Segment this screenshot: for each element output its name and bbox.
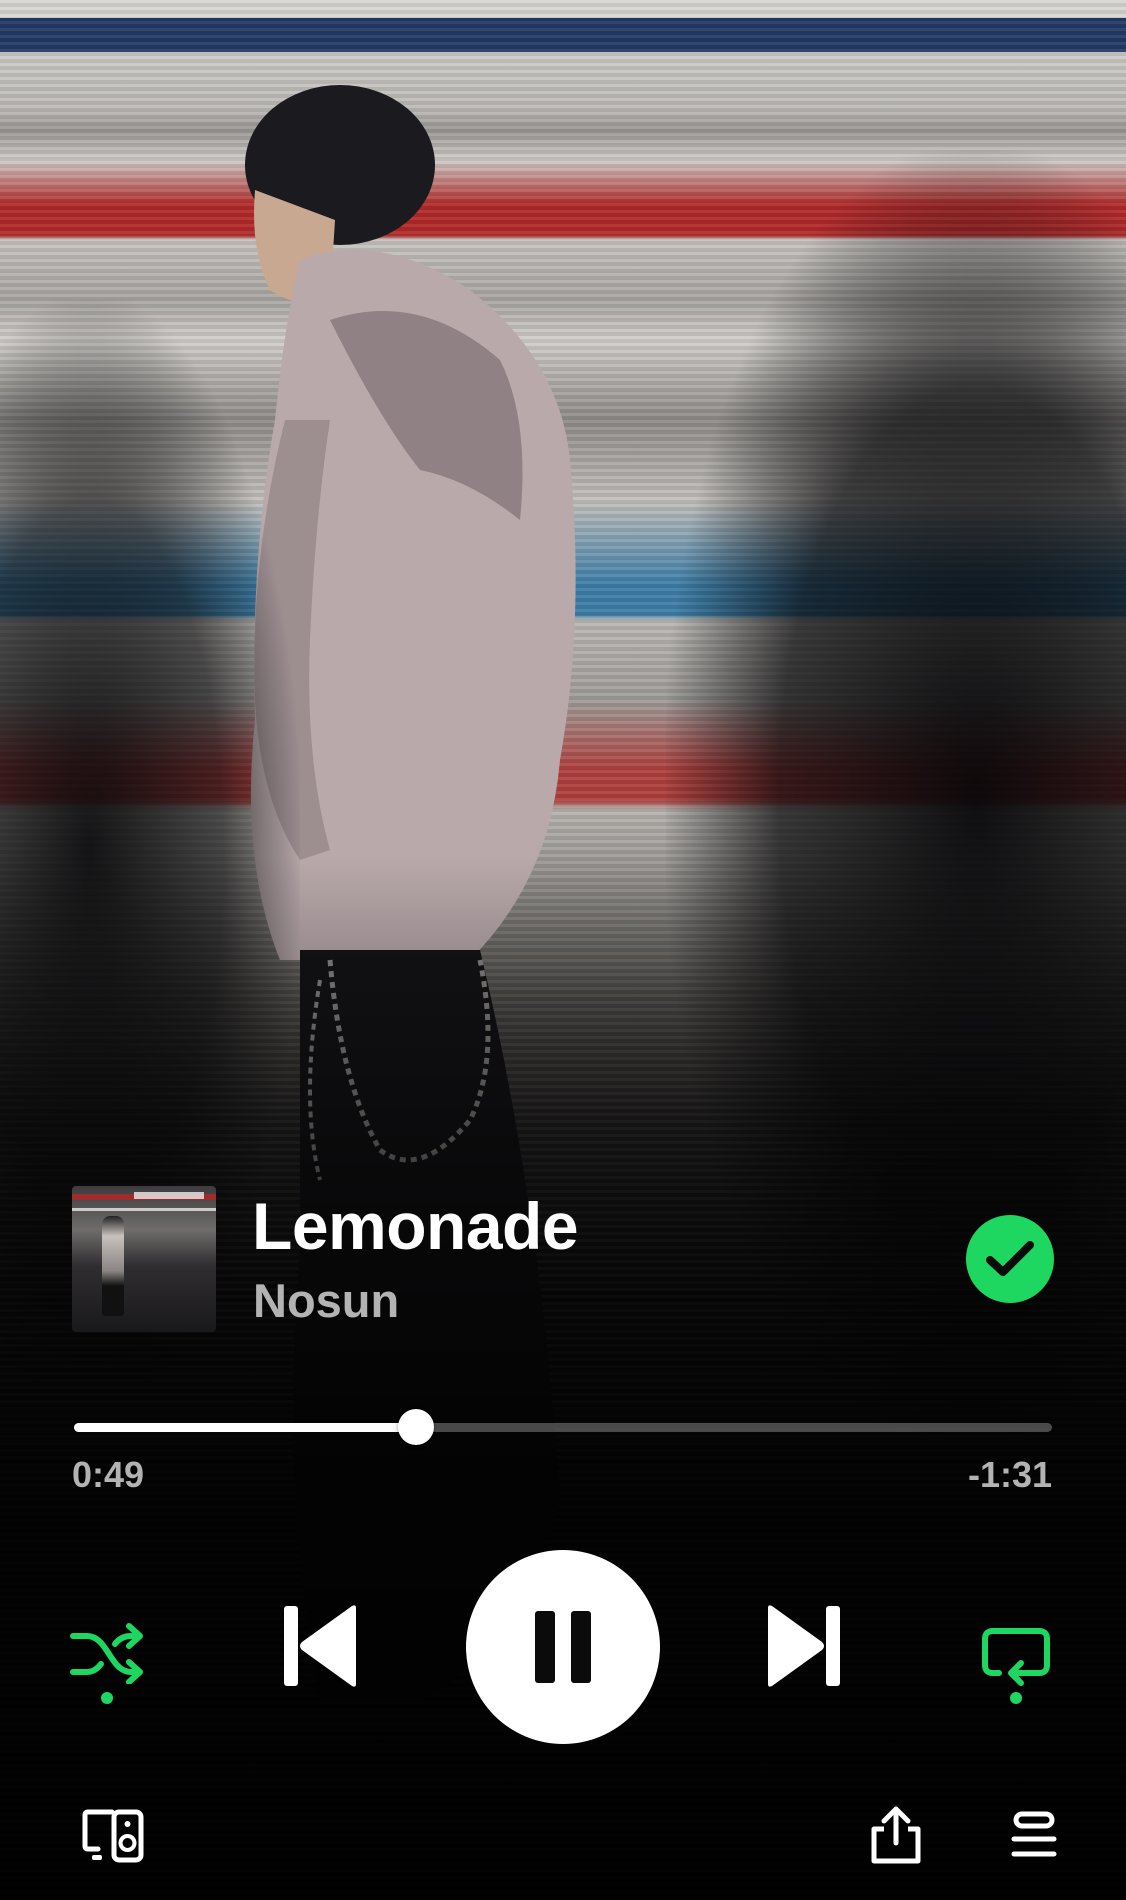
shuffle-button[interactable] bbox=[66, 1608, 148, 1704]
now-playing-screen: Lemonade Nosun 0:49 -1:31 bbox=[0, 0, 1126, 1900]
liked-button[interactable] bbox=[966, 1215, 1054, 1303]
progress-handle[interactable] bbox=[398, 1409, 434, 1445]
repeat-button[interactable] bbox=[978, 1612, 1054, 1704]
queue-icon bbox=[1011, 1811, 1057, 1857]
previous-button[interactable] bbox=[278, 1602, 362, 1690]
pause-icon bbox=[535, 1611, 591, 1683]
cover-sign bbox=[134, 1192, 204, 1199]
repeat-icon bbox=[982, 1628, 1050, 1686]
cover-figure bbox=[102, 1216, 124, 1316]
shuffle-icon bbox=[70, 1623, 143, 1684]
pause-button[interactable] bbox=[466, 1550, 660, 1744]
album-cover-thumbnail[interactable] bbox=[72, 1186, 216, 1332]
share-button[interactable] bbox=[866, 1804, 926, 1866]
track-title[interactable]: Lemonade bbox=[252, 1188, 579, 1264]
skip-previous-icon bbox=[284, 1605, 356, 1687]
progress-bar[interactable] bbox=[74, 1409, 1052, 1445]
shuffle-active-dot bbox=[101, 1692, 113, 1704]
progress-fill bbox=[74, 1423, 416, 1432]
connect-devices-button[interactable] bbox=[80, 1808, 146, 1864]
elapsed-time: 0:49 bbox=[72, 1454, 145, 1495]
track-info: Lemonade Nosun bbox=[72, 1186, 1056, 1332]
repeat-active-dot bbox=[1010, 1692, 1022, 1704]
connect-device-icon bbox=[82, 1809, 144, 1863]
share-icon bbox=[871, 1806, 921, 1864]
checkmark-icon bbox=[986, 1241, 1034, 1276]
queue-button[interactable] bbox=[1010, 1810, 1058, 1860]
skip-next-icon bbox=[768, 1605, 840, 1687]
next-button[interactable] bbox=[762, 1602, 846, 1690]
cover-stripe bbox=[72, 1208, 216, 1211]
track-artist[interactable]: Nosun bbox=[253, 1274, 399, 1328]
remaining-time: -1:31 bbox=[967, 1454, 1052, 1495]
